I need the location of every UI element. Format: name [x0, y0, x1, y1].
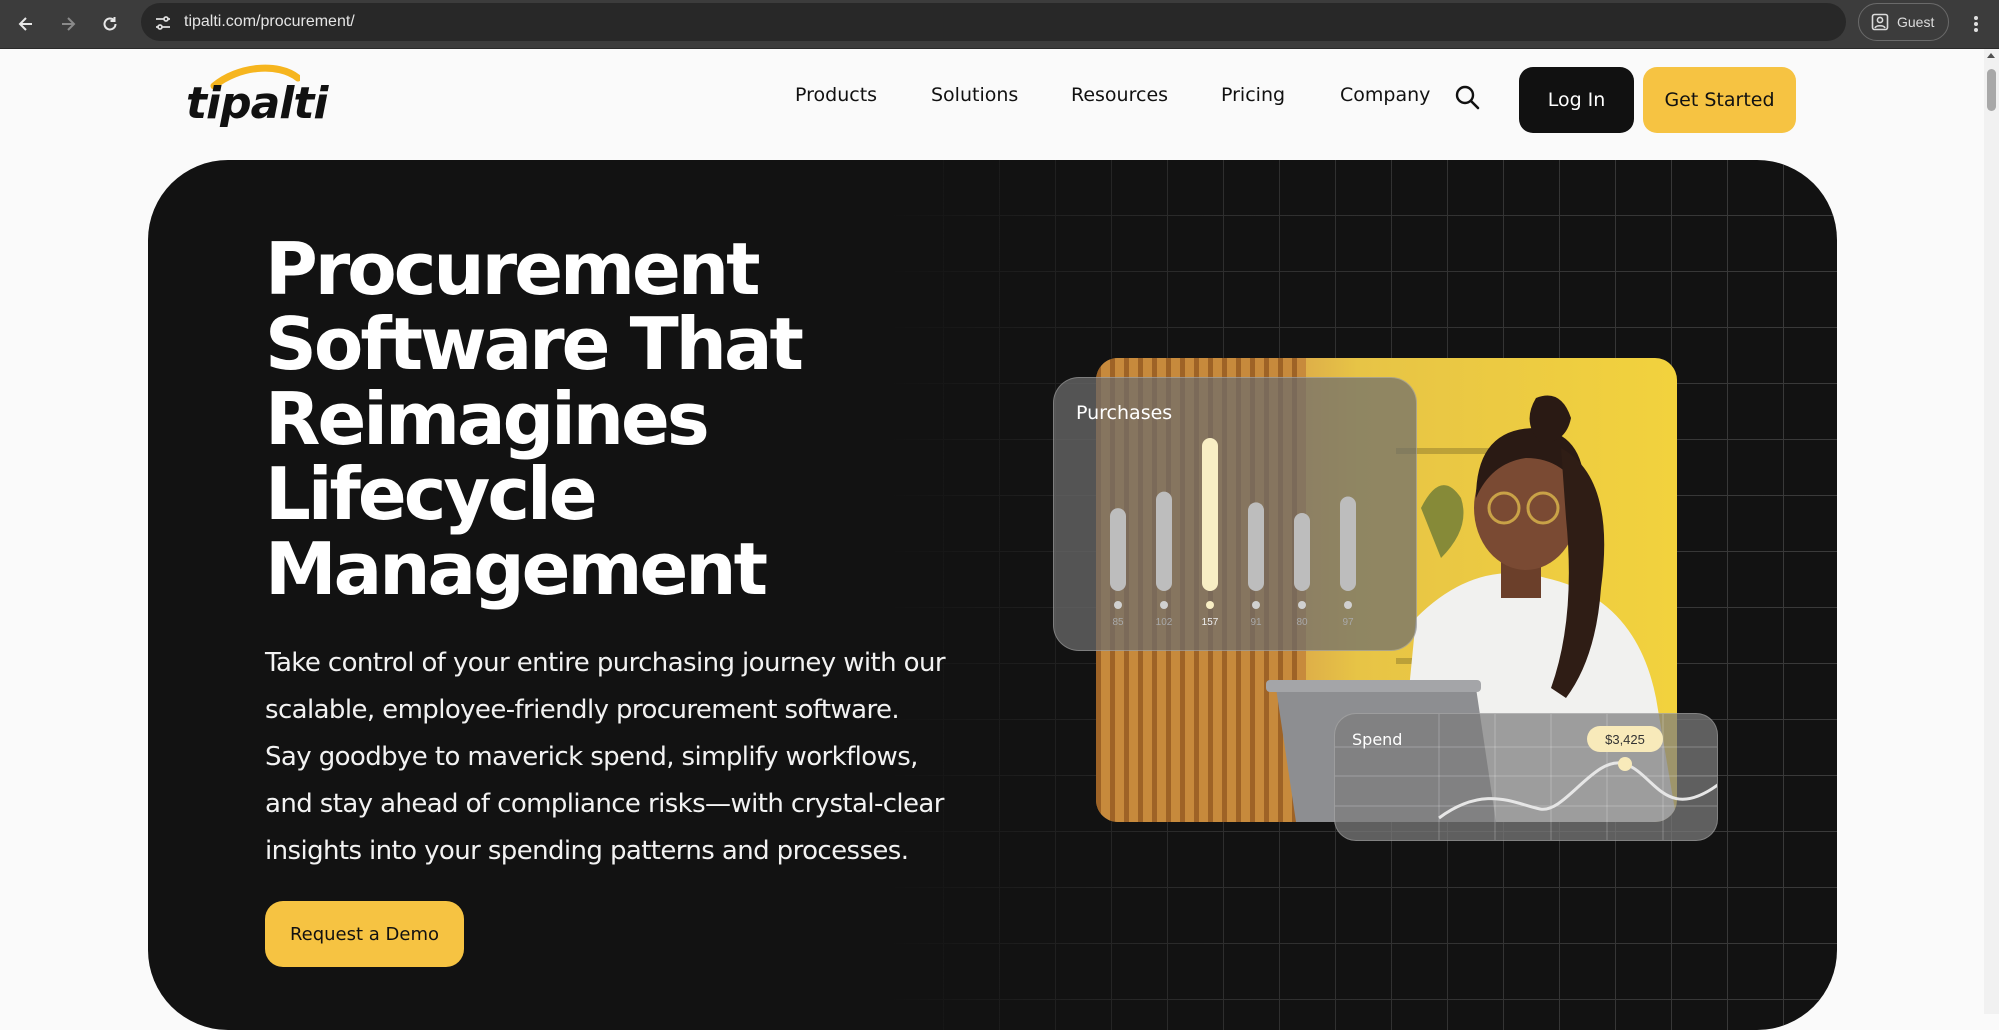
purchases-bar	[1156, 491, 1172, 591]
purchases-value-label: 157	[1202, 617, 1219, 628]
spend-value-badge: $3,425	[1587, 726, 1663, 752]
purchases-bar	[1340, 496, 1356, 591]
purchases-value-label: 85	[1112, 617, 1124, 628]
purchases-dot	[1160, 601, 1168, 609]
get-started-button[interactable]: Get Started	[1643, 67, 1796, 133]
spend-point	[1618, 757, 1632, 771]
address-bar[interactable]: tipalti.com/procurement/	[141, 3, 1846, 41]
hero-description: Take control of your entire purchasing j…	[265, 640, 946, 875]
page-scrollbar[interactable]	[1984, 49, 1999, 1014]
hero-title-line: Reimagines	[265, 377, 710, 461]
scroll-thumb[interactable]	[1987, 69, 1996, 111]
forward-icon[interactable]	[52, 8, 84, 40]
profile-icon	[1871, 13, 1889, 31]
logo-wordmark: tipalti	[186, 78, 328, 129]
back-icon[interactable]	[10, 8, 42, 40]
hero-title: Procurement Software That Reimagines Lif…	[265, 232, 825, 607]
purchases-dot	[1206, 601, 1214, 609]
nav-solutions[interactable]: Solutions	[931, 84, 1018, 106]
hero-description-line: Say goodbye to maverick spend, simplify …	[265, 742, 918, 772]
hero-description-line: Take control of your entire purchasing j…	[265, 648, 946, 678]
hero-title-line: Software That	[265, 302, 804, 386]
nav-resources[interactable]: Resources	[1071, 84, 1168, 106]
request-demo-button[interactable]: Request a Demo	[265, 901, 464, 967]
nav-products[interactable]: Products	[795, 84, 877, 106]
hero-title-line: Management	[265, 527, 768, 611]
hero-title-line: Procurement	[265, 227, 761, 311]
spend-widget: Spend $3,425	[1334, 713, 1718, 841]
purchases-value-label: 80	[1296, 617, 1308, 628]
spend-title: Spend	[1352, 730, 1403, 749]
reload-icon[interactable]	[94, 8, 126, 40]
purchases-dot	[1114, 601, 1122, 609]
login-button[interactable]: Log In	[1519, 67, 1634, 133]
tipalti-logo[interactable]: tipalti	[186, 64, 328, 129]
menu-icon[interactable]	[1960, 8, 1992, 40]
profile-label: Guest	[1897, 14, 1935, 30]
purchases-bar	[1294, 513, 1310, 591]
hero-description-line: and stay ahead of compliance risks—with …	[265, 789, 944, 819]
hero-description-line: insights into your spending patterns and…	[265, 836, 909, 866]
purchases-bar	[1248, 502, 1264, 591]
purchases-dot	[1344, 601, 1352, 609]
hero-description-line: scalable, employee-friendly procurement …	[265, 695, 900, 725]
nav-company[interactable]: Company	[1340, 84, 1430, 106]
site-settings-icon[interactable]	[153, 13, 173, 33]
hero-section: Procurement Software That Reimagines Lif…	[148, 160, 1837, 1030]
search-icon[interactable]	[1454, 84, 1484, 114]
purchases-value-label: 102	[1156, 617, 1173, 628]
purchases-chart: 85 102 157 91 80 97	[1110, 438, 1356, 628]
scroll-up-icon[interactable]	[1987, 53, 1995, 58]
purchases-bar	[1202, 438, 1218, 591]
profile-button[interactable]: Guest	[1858, 3, 1949, 41]
purchases-value-label: 97	[1342, 617, 1354, 628]
url-text[interactable]: tipalti.com/procurement/	[184, 13, 355, 31]
purchases-dot	[1252, 601, 1260, 609]
purchases-value-label: 91	[1250, 617, 1262, 628]
purchases-widget: Purchases 85 102 157 91 80 97	[1053, 377, 1417, 651]
spend-line	[1438, 761, 1717, 820]
purchases-dot	[1298, 601, 1306, 609]
nav-pricing[interactable]: Pricing	[1221, 84, 1285, 106]
browser-toolbar: tipalti.com/procurement/ Guest	[0, 0, 1999, 49]
hero-title-line: Lifecycle	[265, 452, 598, 536]
purchases-bar	[1110, 508, 1126, 591]
